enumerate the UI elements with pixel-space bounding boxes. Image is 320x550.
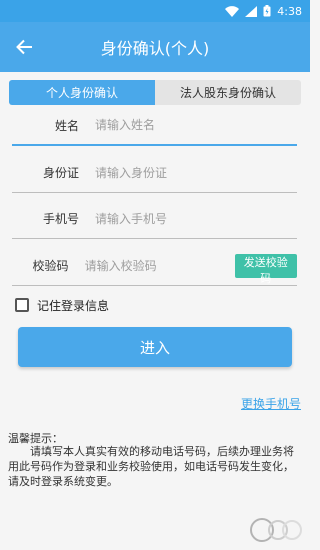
phone-label: 手机号 bbox=[42, 212, 79, 226]
tab-legal-shareholder-identity[interactable]: 法人股东身份确认 bbox=[155, 80, 301, 105]
id-card-input[interactable] bbox=[95, 160, 297, 185]
status-bar: 4:38 bbox=[0, 0, 310, 22]
notice-body: 请填写本人真实有效的移动电话号码，后续办理业务将用此号码作为登录和业务校验使用，… bbox=[8, 445, 294, 488]
battery-icon bbox=[263, 5, 271, 17]
remember-login-checkbox[interactable] bbox=[15, 298, 29, 312]
enter-button[interactable]: 进入 bbox=[18, 327, 292, 367]
id-card-row: 身份证 bbox=[12, 153, 297, 193]
wifi-icon bbox=[225, 5, 240, 17]
watermark-logo-icon bbox=[250, 518, 302, 542]
send-code-button[interactable]: 发送校验码 bbox=[234, 253, 297, 285]
phone-row: 手机号 bbox=[12, 199, 297, 239]
cell-signal-icon bbox=[245, 5, 258, 17]
back-button[interactable] bbox=[12, 35, 36, 59]
code-row: 校验码 发送校验码 bbox=[12, 246, 297, 286]
code-label: 校验码 bbox=[32, 259, 69, 273]
change-phone-link[interactable]: 更换手机号 bbox=[241, 395, 301, 412]
status-time: 4:38 bbox=[277, 4, 302, 18]
identity-type-tabs: 个人身份确认 法人股东身份确认 bbox=[9, 80, 301, 105]
tab-personal-identity[interactable]: 个人身份确认 bbox=[9, 80, 155, 105]
arrow-left-icon bbox=[16, 39, 32, 55]
name-label: 姓名 bbox=[54, 118, 79, 133]
id-card-label: 身份证 bbox=[42, 166, 79, 180]
name-input[interactable] bbox=[95, 113, 297, 137]
name-row: 姓名 bbox=[12, 106, 297, 146]
remember-login-row: 记住登录信息 bbox=[15, 296, 109, 314]
code-input[interactable] bbox=[84, 253, 235, 278]
phone-input[interactable] bbox=[95, 206, 297, 231]
page-title: 身份确认(个人) bbox=[100, 39, 210, 58]
remember-login-label[interactable]: 记住登录信息 bbox=[37, 297, 109, 314]
app-bar: 身份确认(个人) bbox=[0, 22, 310, 72]
